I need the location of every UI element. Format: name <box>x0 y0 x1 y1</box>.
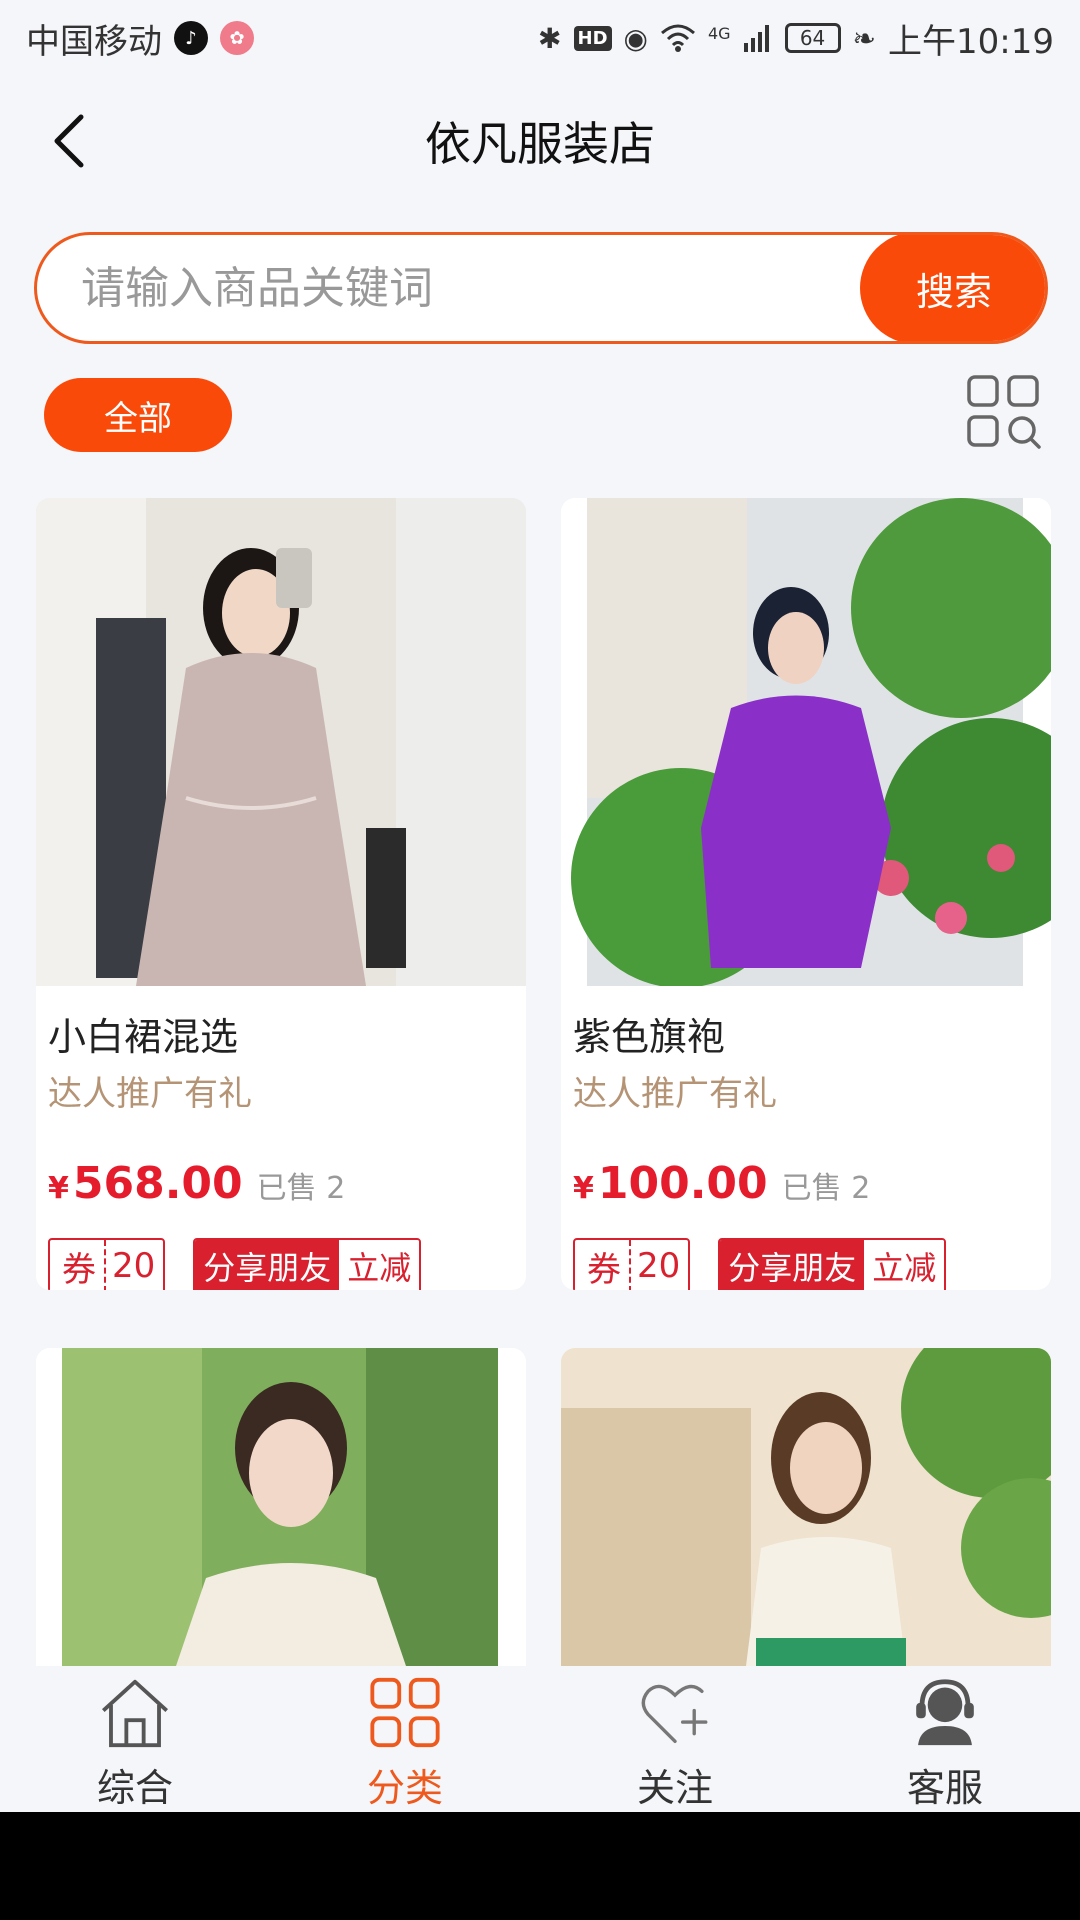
product-image[interactable] <box>561 1348 1051 1666</box>
leaf-icon: ❧ <box>852 21 877 55</box>
hd-icon: HD <box>573 25 612 51</box>
customer-service-icon <box>916 1679 974 1746</box>
carrier-label: 中国移动 <box>26 21 162 62</box>
share-label: 分享朋友 <box>195 1240 340 1290</box>
share-discount-badge[interactable]: 分享朋友 立减 <box>193 1238 422 1290</box>
layout-toggle-button[interactable] <box>966 374 1042 450</box>
tab-label: 分类 <box>366 1766 443 1810</box>
search-bar: 搜索 <box>34 232 1048 344</box>
tab-label: 综合 <box>96 1766 173 1810</box>
share-action: 立减 <box>864 1240 945 1290</box>
tiktok-icon: ♪ <box>174 21 208 55</box>
battery-icon: 64 <box>784 23 841 53</box>
product-tags: 券 20 分享朋友 立减 <box>573 1238 947 1290</box>
category-grid-icon <box>370 1677 440 1748</box>
coupon-value: 20 <box>112 1246 156 1286</box>
wifi-icon <box>660 24 695 52</box>
coupon-label: 券 <box>50 1240 106 1290</box>
heart-plus-icon <box>641 1684 708 1743</box>
tab-label: 关注 <box>636 1766 713 1810</box>
product-name[interactable]: 小白裙混选 <box>48 1006 238 1061</box>
signal-icon <box>743 25 769 52</box>
category-all-chip[interactable]: 全部 <box>44 378 232 452</box>
product-tags: 券 20 分享朋友 立减 <box>48 1238 422 1290</box>
product-card[interactable] <box>36 1348 526 1666</box>
share-discount-badge[interactable]: 分享朋友 立减 <box>718 1238 947 1290</box>
back-button[interactable] <box>34 106 104 176</box>
product-card[interactable]: 紫色旗袍 达人推广有礼 ¥ 100.00 已售 2 券 20 分享朋友 立减 <box>561 498 1051 1290</box>
tab-label: 客服 <box>906 1766 983 1810</box>
search-input[interactable] <box>37 235 860 341</box>
chevron-left-icon <box>54 114 84 168</box>
tab-category[interactable]: 分类 <box>270 1666 540 1812</box>
product-card[interactable] <box>561 1348 1051 1666</box>
product-price: 568.00 <box>72 1158 243 1209</box>
sold-count: 已售 2 <box>256 1171 346 1206</box>
page-title: 依凡服装店 <box>425 117 655 171</box>
price-row: ¥ 100.00 已售 2 <box>573 1158 870 1209</box>
price-row: ¥ 568.00 已售 2 <box>48 1158 345 1209</box>
network-type: 4G <box>707 23 731 43</box>
coupon-badge[interactable]: 券 20 <box>48 1238 166 1290</box>
product-price: 100.00 <box>597 1158 768 1209</box>
status-bar: 中国移动 ♪ ✿ ✱ HD ◉ 4G 64 ❧ 上午10:19 <box>0 0 1080 76</box>
coupon-value: 20 <box>637 1246 681 1286</box>
home-icon <box>102 1679 168 1748</box>
grid-layout-icon <box>967 375 1041 449</box>
tab-customer-service[interactable]: 客服 <box>810 1666 1080 1812</box>
header: 依凡服装店 <box>0 76 1080 206</box>
share-label: 分享朋友 <box>720 1240 865 1290</box>
sold-count: 已售 2 <box>781 1171 871 1206</box>
clock: 上午10:19 <box>888 21 1054 62</box>
tab-overview[interactable]: 综合 <box>0 1666 270 1812</box>
product-card[interactable]: 小白裙混选 达人推广有礼 ¥ 568.00 已售 2 券 20 分享朋友 立减 <box>36 498 526 1290</box>
coupon-badge[interactable]: 券 20 <box>573 1238 691 1290</box>
tab-follow[interactable]: 关注 <box>540 1666 810 1812</box>
currency-symbol: ¥ <box>48 1171 69 1206</box>
eye-icon: ◉ <box>623 21 648 55</box>
bottom-tab-bar: 综合 分类 关注 客服 <box>0 1666 1080 1812</box>
app-icon: ✿ <box>220 21 254 55</box>
bluetooth-icon: ✱ <box>538 21 562 55</box>
product-image[interactable] <box>36 498 526 986</box>
product-image[interactable] <box>561 498 1051 986</box>
product-promo: 达人推广有礼 <box>48 1074 252 1114</box>
coupon-label: 券 <box>575 1240 631 1290</box>
search-button[interactable]: 搜索 <box>860 235 1045 341</box>
share-action: 立减 <box>339 1240 420 1290</box>
system-navigation-bar <box>0 1812 1080 1920</box>
currency-symbol: ¥ <box>573 1171 594 1206</box>
product-name[interactable]: 紫色旗袍 <box>573 1006 725 1061</box>
product-promo: 达人推广有礼 <box>573 1074 777 1114</box>
product-image[interactable] <box>36 1348 526 1666</box>
